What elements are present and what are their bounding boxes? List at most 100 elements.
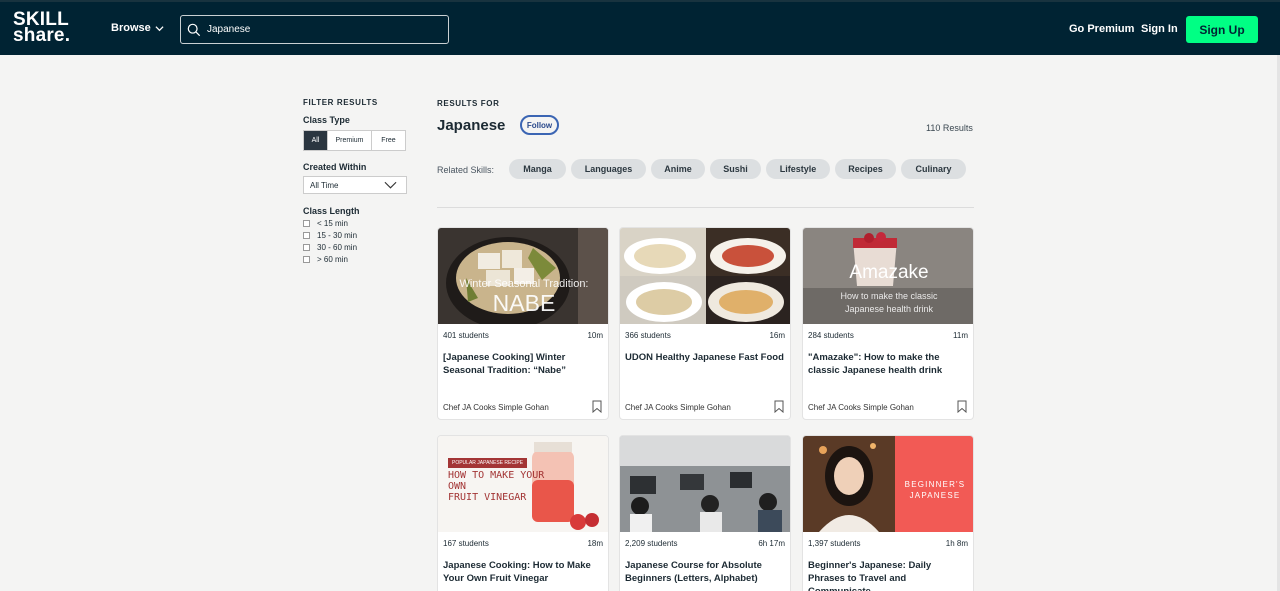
skillshare-logo[interactable]: SKILL share. [13, 10, 71, 46]
related-skill-chip[interactable]: Lifestyle [766, 159, 830, 179]
class-card[interactable]: 366 students 16m UDON Healthy Japanese F… [619, 227, 791, 420]
length-checkbox-30-60[interactable]: 30 - 60 min [303, 243, 413, 252]
class-type-label: Class Type [303, 115, 350, 125]
student-count: 1,397 students [808, 539, 861, 548]
thumb-headline: Amazake [849, 262, 929, 283]
bookmark-icon[interactable] [774, 400, 784, 413]
class-duration: 10m [587, 331, 603, 340]
thumb-headline: JAPANESE [909, 491, 961, 500]
length-label: 15 - 30 min [317, 231, 358, 240]
length-label: < 15 min [317, 219, 348, 228]
related-skill-chip[interactable]: Languages [571, 159, 646, 179]
thumb-tag: POPULAR JAPANESE RECIPE [448, 458, 528, 468]
page-title: Japanese [437, 117, 506, 134]
chevron-down-icon [384, 181, 397, 189]
student-count: 401 students [443, 331, 489, 340]
class-length-label: Class Length [303, 206, 360, 216]
class-meta: 366 students 16m [620, 331, 790, 340]
related-skill-chip[interactable]: Culinary [901, 159, 966, 179]
class-author[interactable]: Chef JA Cooks Simple Gohan [625, 403, 731, 412]
search-input[interactable] [207, 24, 437, 35]
class-thumbnail [620, 228, 790, 324]
student-count: 167 students [443, 539, 489, 548]
thumb-caption: How to make the classic [840, 291, 938, 301]
related-skills-label: Related Skills: [437, 165, 495, 175]
class-duration: 1h 8m [945, 539, 968, 548]
filter-results-heading: FILTER RESULTS [303, 98, 378, 107]
class-title[interactable]: "Amazake": How to make the classic Japan… [803, 351, 973, 391]
created-within-label: Created Within [303, 162, 367, 172]
class-card[interactable]: BEGINNER'S JAPANESE 1,397 students 1h 8m… [802, 435, 974, 591]
class-thumbnail: BEGINNER'S JAPANESE [803, 436, 973, 532]
class-card[interactable]: Amazake How to make the classic Japanese… [802, 227, 974, 420]
class-duration: 6h 17m [758, 539, 785, 548]
related-skill-chip[interactable]: Sushi [710, 159, 761, 179]
results-count: 110 Results [926, 123, 973, 133]
browse-label: Browse [111, 22, 151, 34]
udon-bowls-image [620, 228, 790, 324]
top-nav-bar: SKILL share. Browse Go Premium Sign In S… [0, 0, 1280, 55]
created-within-value: All Time [310, 180, 339, 190]
office-workers-image [620, 436, 790, 532]
class-card[interactable]: POPULAR JAPANESE RECIPE HOW TO MAKE YOUR… [437, 435, 609, 591]
created-within-select[interactable]: All Time [303, 176, 407, 194]
chevron-down-icon [155, 25, 164, 31]
thumb-caption: Winter Seasonal Tradition: [459, 278, 589, 290]
bookmark-icon[interactable] [592, 400, 602, 413]
thumb-caption: Japanese health drink [844, 304, 934, 314]
class-title[interactable]: Japanese Course for Absolute Beginners (… [620, 559, 790, 591]
class-meta: 284 students 11m [803, 331, 973, 340]
class-thumbnail [620, 436, 790, 532]
thumb-caption: FRUIT VINEGAR [448, 492, 527, 503]
class-meta: 1,397 students 1h 8m [803, 539, 973, 548]
logo-line-2: share. [13, 25, 71, 46]
class-duration: 11m [953, 331, 968, 340]
class-author[interactable]: Chef JA Cooks Simple Gohan [808, 403, 914, 412]
related-skill-chip[interactable]: Manga [509, 159, 566, 179]
class-thumbnail: Winter Seasonal Tradition: NABE [438, 228, 608, 324]
class-type-premium[interactable]: Premium [328, 131, 372, 150]
search-bar[interactable] [180, 15, 449, 44]
class-title[interactable]: [Japanese Cooking] Winter Seasonal Tradi… [438, 351, 608, 391]
class-title[interactable]: Beginner's Japanese: Daily Phrases to Tr… [803, 559, 973, 591]
class-thumbnail: POPULAR JAPANESE RECIPE HOW TO MAKE YOUR… [438, 436, 608, 532]
thumb-headline: BEGINNER'S [904, 480, 966, 489]
class-title[interactable]: Japanese Cooking: How to Make Your Own F… [438, 559, 608, 591]
student-count: 284 students [808, 331, 854, 340]
sign-up-button[interactable]: Sign Up [1186, 16, 1258, 43]
length-label: 30 - 60 min [317, 243, 358, 252]
checkbox-box[interactable] [303, 244, 310, 251]
browse-menu-button[interactable]: Browse [111, 22, 164, 34]
checkbox-box[interactable] [303, 232, 310, 239]
class-author[interactable]: Chef JA Cooks Simple Gohan [443, 403, 549, 412]
length-checkbox-under-15[interactable]: < 15 min [303, 219, 413, 228]
results-for-heading: RESULTS FOR [437, 99, 500, 108]
checkbox-box[interactable] [303, 220, 310, 227]
class-type-free[interactable]: Free [372, 131, 405, 150]
related-skill-chip[interactable]: Recipes [835, 159, 896, 179]
student-count: 2,209 students [625, 539, 678, 548]
length-checkbox-over-60[interactable]: > 60 min [303, 255, 413, 264]
class-type-all[interactable]: All [304, 131, 328, 150]
thumb-caption: HOW TO MAKE YOUR [448, 470, 545, 481]
class-card[interactable]: Winter Seasonal Tradition: NABE 401 stud… [437, 227, 609, 420]
related-skill-chip[interactable]: Anime [651, 159, 705, 179]
checkbox-box[interactable] [303, 256, 310, 263]
section-divider [437, 207, 974, 208]
length-checkbox-15-30[interactable]: 15 - 30 min [303, 231, 413, 240]
class-type-segmented-control: All Premium Free [303, 130, 406, 151]
class-title[interactable]: UDON Healthy Japanese Fast Food [620, 351, 790, 391]
class-card[interactable]: 2,209 students 6h 17m Japanese Course fo… [619, 435, 791, 591]
class-meta: 401 students 10m [438, 331, 608, 340]
class-duration: 16m [769, 331, 785, 340]
go-premium-link[interactable]: Go Premium [1069, 23, 1134, 35]
class-meta: 167 students 18m [438, 539, 608, 548]
student-count: 366 students [625, 331, 671, 340]
bookmark-icon[interactable] [957, 400, 967, 413]
sign-in-link[interactable]: Sign In [1141, 23, 1178, 35]
follow-button[interactable]: Follow [520, 115, 559, 135]
length-label: > 60 min [317, 255, 348, 264]
thumb-caption: OWN [448, 481, 467, 492]
class-duration: 18m [587, 539, 603, 548]
class-meta: 2,209 students 6h 17m [620, 539, 790, 548]
